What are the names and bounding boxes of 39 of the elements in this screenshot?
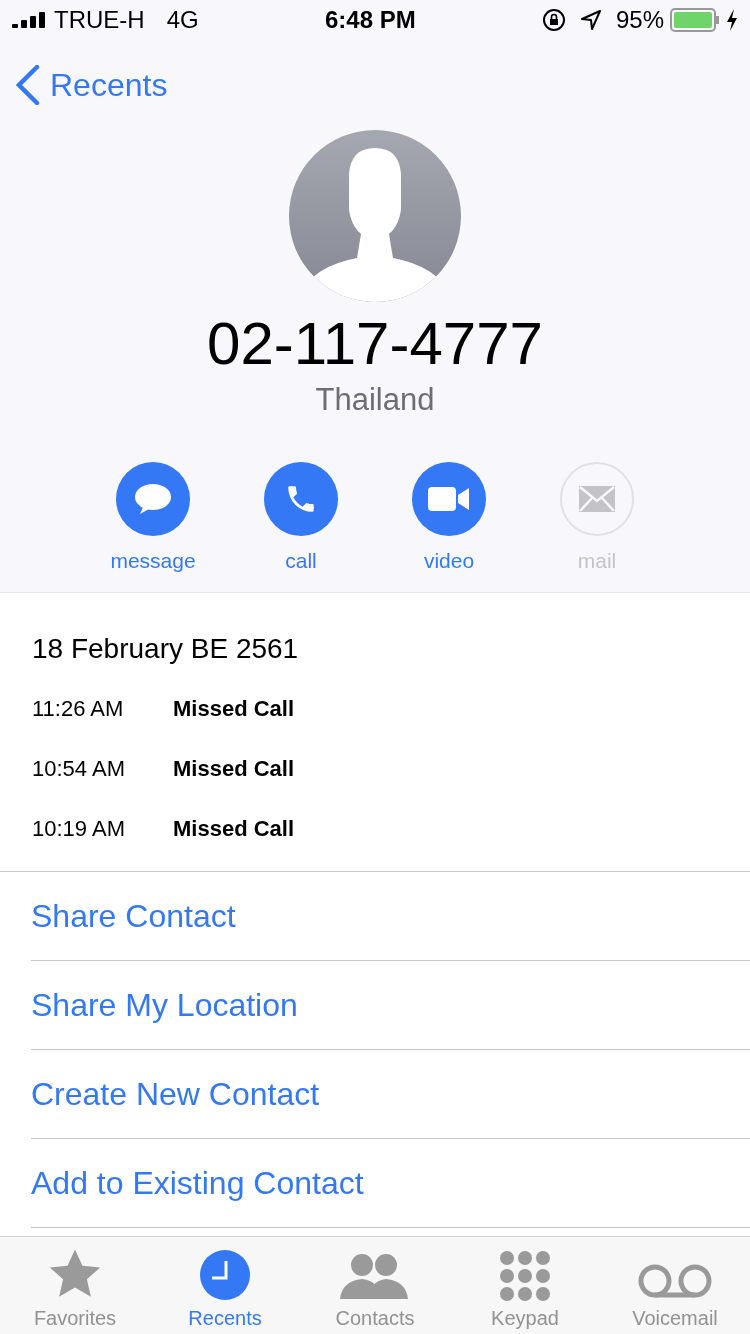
chevron-left-icon [16,65,40,105]
video-action[interactable]: video [395,462,503,574]
battery-icon [670,8,720,32]
contact-option-link[interactable]: Create New Contact [31,1050,750,1139]
keypad-icon [500,1251,550,1301]
charging-bolt-icon [726,9,738,31]
phone-number: 02-117-4777 [207,314,543,374]
avatar-silhouette-icon [289,130,461,302]
tab-bar-item[interactable]: Voicemail [600,1237,750,1334]
call-type: Missed Call [173,816,295,842]
speech-bubble-icon [134,482,172,516]
back-link[interactable]: Recents [16,65,168,105]
number-location: Thailand [315,382,435,418]
contact-option-link[interactable]: Share My Location [31,961,750,1050]
call-time: 11:26 AM [32,696,125,722]
signal-icon [12,12,46,28]
call-action[interactable]: call [247,462,355,574]
status-time: 6:48 PM [324,6,416,34]
back-label: Recents [50,66,168,104]
call-type: Missed Call [173,756,295,782]
video-camera-icon [428,485,470,513]
call-time: 10:19 AM [32,816,126,842]
call-date: 18 February BE 2561 [32,633,300,665]
tab-bar-item[interactable]: Keypad [450,1237,600,1334]
contact-option-link[interactable]: Share Contact [31,872,750,961]
tab-bar-item[interactable]: Recents [150,1237,300,1334]
rotation-lock-icon [541,8,566,32]
location-arrow-icon [579,9,602,31]
call-time: 10:54 AM [32,756,126,782]
clock-icon [199,1249,251,1301]
tab-bar-item[interactable]: Contacts [300,1237,450,1334]
call-type: Missed Call [173,696,295,722]
carrier-name: TRUE-H [54,6,145,34]
network-type: 4G [166,6,199,34]
message-action[interactable]: message [99,462,207,574]
tab-bar-item[interactable]: Favorites [0,1237,150,1334]
envelope-icon [579,486,615,512]
contact-option-link[interactable]: Add to Existing Contact [31,1139,750,1228]
battery-percent: 95% [615,6,664,34]
